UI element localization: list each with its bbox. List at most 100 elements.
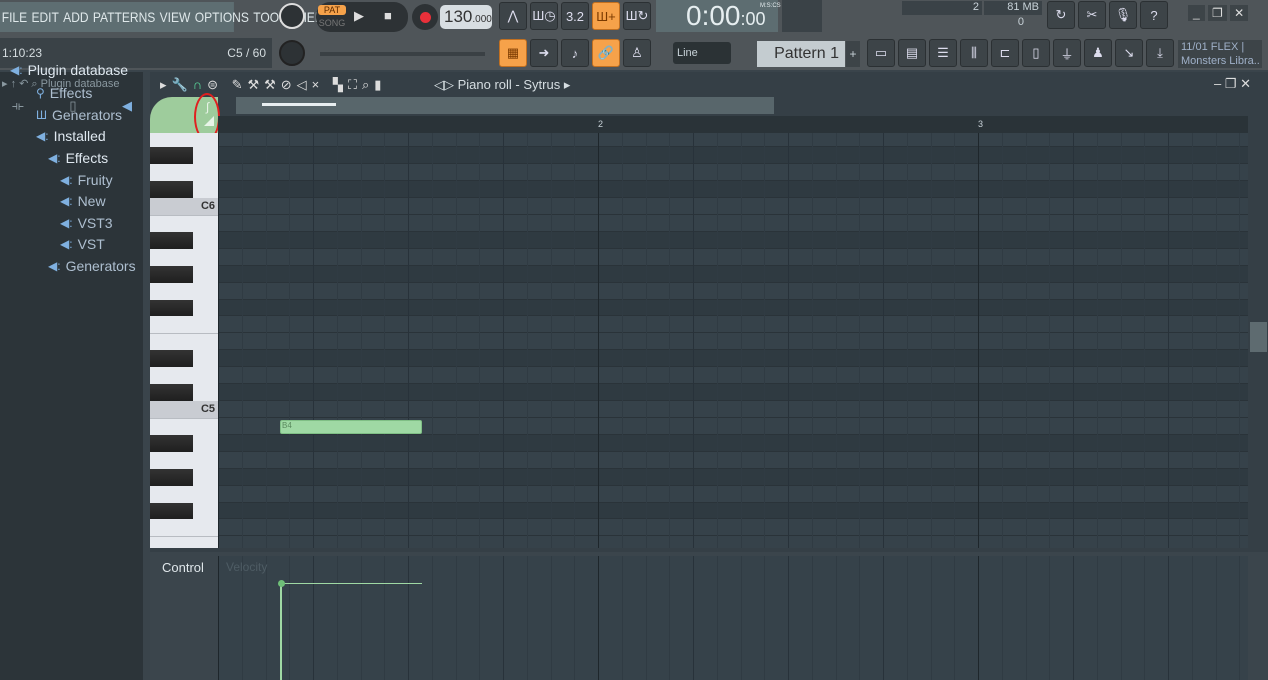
browser-item[interactable]: ◀: Fruity [60, 169, 113, 190]
grid-line [930, 556, 932, 680]
pattern-selector[interactable]: Pattern 1 [757, 41, 845, 67]
piano-roll-tools[interactable]: ▸🔧∩⊜ ✎⚒⚒⊘◁× ▚⛶⌕▮ [160, 77, 386, 93]
horizontal-scrollbar[interactable] [236, 97, 774, 114]
browser-item[interactable]: ◀: New [60, 190, 106, 211]
toolbar-button[interactable]: 🔗 [592, 39, 620, 67]
master-volume-knob[interactable] [279, 3, 305, 29]
window-button[interactable]: ⏚ [1053, 39, 1081, 67]
grid-row [218, 384, 1248, 402]
black-key[interactable] [150, 434, 193, 452]
toolbar-button[interactable]: ✂ [1078, 1, 1106, 29]
window-button[interactable]: ☰ [929, 39, 957, 67]
window-button[interactable]: ▭ [867, 39, 895, 67]
window-button[interactable]: ▤ [898, 39, 926, 67]
piano-roll-title[interactable]: ◁▷ Piano roll - Sytrus ▸ [434, 77, 570, 93]
velocity-handle[interactable] [277, 580, 285, 587]
close-button[interactable]: ✕ [1230, 5, 1249, 21]
velocity-stem[interactable] [279, 584, 282, 680]
restore-button[interactable]: ❐ [1208, 5, 1227, 21]
black-key[interactable] [150, 231, 193, 249]
grid-line [431, 133, 433, 548]
browser-item[interactable]: ◀: Installed [36, 125, 106, 146]
toolbar-button[interactable]: Ш+ [592, 2, 620, 30]
toolbar-button[interactable]: ⋀ [499, 2, 527, 30]
note-grid[interactable]: B4 [218, 133, 1248, 548]
grid-line [645, 133, 647, 548]
song-time[interactable]: 0:00:00 M:S:CS [656, 0, 781, 32]
browser-item-label: Generators [65, 257, 136, 274]
transport: PAT SONG ▶ ■ [316, 2, 408, 32]
window-controls-pr[interactable]: – ❐ ✕ [1214, 76, 1251, 92]
toolbar-button[interactable]: ▦ [499, 39, 527, 67]
piano-keyboard[interactable]: C6 C5 [150, 133, 218, 548]
news-panel[interactable]: 11/01 FLEX | Monsters Libra.. [1178, 40, 1262, 68]
wave-icon[interactable]: ⟛ [12, 98, 24, 114]
grid-row [218, 502, 1248, 520]
browser-item[interactable]: ⚲ Effects [36, 82, 92, 103]
menu-add[interactable]: ADD [63, 9, 88, 25]
grid-line [455, 133, 457, 548]
browser-item-label: Generators [52, 106, 123, 123]
tempo-field[interactable]: 130.000 [440, 5, 492, 29]
window-button[interactable]: ▯ [1022, 39, 1050, 67]
window-button[interactable]: ⊏ [991, 39, 1019, 67]
browser-item[interactable]: ◀: Plugin database [10, 59, 128, 80]
browser-item[interactable]: ◀: Effects [48, 147, 108, 168]
velocity-lane[interactable] [218, 556, 1248, 680]
toolbar-button[interactable]: Ш◷ [530, 2, 558, 30]
window-button[interactable]: ⫼ [960, 39, 988, 67]
grid-row [218, 181, 1248, 198]
browser-item[interactable]: ◀: VST3 [60, 212, 113, 233]
toolbar-button[interactable]: ↻ [1047, 1, 1075, 29]
black-key[interactable] [150, 299, 193, 317]
browser-item[interactable]: Ш Generators [36, 104, 122, 125]
window-button[interactable]: ♟ [1084, 39, 1112, 67]
vertical-scrollbar[interactable] [1249, 116, 1268, 548]
menu-view[interactable]: VIEW [160, 9, 191, 25]
grid-line [883, 133, 884, 548]
minimize-button[interactable]: _ [1188, 5, 1205, 21]
browser-item[interactable]: ◀: Generators [48, 255, 136, 276]
black-key[interactable] [150, 502, 193, 520]
menu-patterns[interactable]: PATTERNS [93, 9, 155, 25]
window-button[interactable]: ↘ [1115, 39, 1143, 67]
speaker-icon[interactable]: ◀ [122, 98, 132, 114]
black-key[interactable] [150, 384, 193, 402]
window-button[interactable]: ⤓ [1146, 39, 1174, 67]
browser-item[interactable]: ◀: VST [60, 233, 105, 254]
menu-file[interactable]: FILE [2, 9, 27, 25]
black-key[interactable] [150, 468, 193, 486]
grid-row [218, 333, 1248, 351]
toolbar-button[interactable]: ♪ [561, 39, 589, 67]
grid-line [835, 556, 837, 680]
play-button[interactable]: ▶ [354, 8, 364, 24]
note[interactable]: B4 [279, 419, 423, 434]
black-key[interactable] [150, 181, 193, 198]
key-label: C6 [200, 200, 215, 212]
pat-song-toggle[interactable]: PAT SONG [318, 3, 346, 31]
toolbar-button[interactable]: ♙ [623, 39, 651, 67]
toolbar-button[interactable]: 3.2 [561, 2, 589, 30]
speaker-icon: ◀: [48, 258, 61, 273]
toolbar-button[interactable]: Ш↻ [623, 2, 651, 30]
black-key[interactable] [150, 265, 193, 283]
stop-button[interactable]: ■ [384, 8, 392, 23]
record-button[interactable] [412, 4, 438, 30]
grid-line [906, 133, 908, 548]
grid-line [1168, 133, 1169, 548]
menu-edit[interactable]: EDIT [31, 9, 58, 25]
timeline[interactable] [218, 116, 1248, 133]
snap-select[interactable]: Line [673, 42, 731, 64]
menu-options[interactable]: OPTIONS [195, 9, 249, 25]
grid-row [218, 265, 1248, 283]
main-slider[interactable] [320, 52, 485, 56]
grid-line [1120, 133, 1122, 548]
toolbar-button[interactable]: ? [1140, 1, 1168, 29]
black-key[interactable] [150, 350, 193, 368]
control-label[interactable]: Control [162, 560, 204, 575]
black-key[interactable] [150, 147, 193, 165]
toolbar-button[interactable]: 🎙 [1109, 1, 1137, 29]
add-pattern-button[interactable]: + [846, 41, 860, 67]
toolbar-button[interactable]: ➜ [530, 39, 558, 67]
master-pitch-knob[interactable] [279, 40, 305, 66]
